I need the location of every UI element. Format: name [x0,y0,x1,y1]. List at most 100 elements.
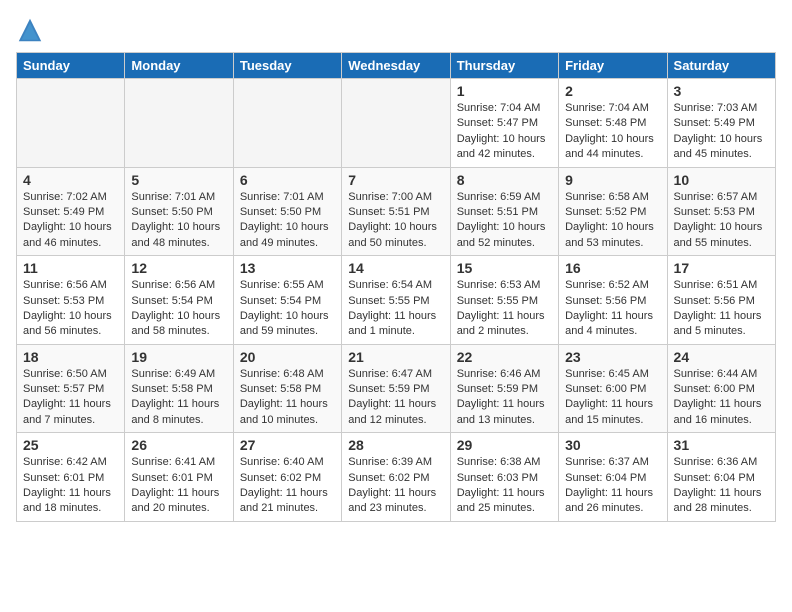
calendar-cell: 14 Sunrise: 6:54 AM Sunset: 5:55 PM Dayli… [342,256,450,345]
logo [16,16,48,44]
cell-content: Sunrise: 6:48 AM Sunset: 5:58 PM Dayligh… [240,367,335,429]
calendar-cell: 26 Sunrise: 6:41 AM Sunset: 6:01 PM Dayli… [125,433,233,522]
cell-content: Sunrise: 7:01 AM Sunset: 5:50 PM Dayligh… [240,190,335,252]
calendar-week-row: 11 Sunrise: 6:56 AM Sunset: 5:53 PM Dayli… [17,256,776,345]
cell-content: Sunrise: 6:55 AM Sunset: 5:54 PM Dayligh… [240,278,335,340]
calendar-week-row: 25 Sunrise: 6:42 AM Sunset: 6:01 PM Dayli… [17,433,776,522]
calendar-cell: 7 Sunrise: 7:00 AM Sunset: 5:51 PM Daylig… [342,167,450,256]
calendar-week-row: 4 Sunrise: 7:02 AM Sunset: 5:49 PM Daylig… [17,167,776,256]
day-number: 9 [565,172,660,188]
calendar-cell: 29 Sunrise: 6:38 AM Sunset: 6:03 PM Dayli… [450,433,558,522]
day-number: 29 [457,437,552,453]
calendar-cell: 18 Sunrise: 6:50 AM Sunset: 5:57 PM Dayli… [17,344,125,433]
day-number: 10 [674,172,769,188]
day-number: 15 [457,260,552,276]
calendar-cell: 27 Sunrise: 6:40 AM Sunset: 6:02 PM Dayli… [233,433,341,522]
calendar-cell [17,79,125,168]
weekday-header-friday: Friday [559,53,667,79]
day-number: 28 [348,437,443,453]
calendar-cell: 24 Sunrise: 6:44 AM Sunset: 6:00 PM Dayli… [667,344,775,433]
cell-content: Sunrise: 6:47 AM Sunset: 5:59 PM Dayligh… [348,367,443,429]
logo-icon [16,16,44,44]
cell-content: Sunrise: 6:56 AM Sunset: 5:53 PM Dayligh… [23,278,118,340]
day-number: 2 [565,83,660,99]
day-number: 25 [23,437,118,453]
cell-content: Sunrise: 6:57 AM Sunset: 5:53 PM Dayligh… [674,190,769,252]
calendar-week-row: 1Sunrise: 7:04 AM Sunset: 5:47 PM Daylig… [17,79,776,168]
cell-content: Sunrise: 6:50 AM Sunset: 5:57 PM Dayligh… [23,367,118,429]
weekday-header-tuesday: Tuesday [233,53,341,79]
day-number: 30 [565,437,660,453]
cell-content: Sunrise: 6:44 AM Sunset: 6:00 PM Dayligh… [674,367,769,429]
day-number: 3 [674,83,769,99]
day-number: 22 [457,349,552,365]
cell-content: Sunrise: 6:54 AM Sunset: 5:55 PM Dayligh… [348,278,443,340]
weekday-header-row: SundayMondayTuesdayWednesdayThursdayFrid… [17,53,776,79]
cell-content: Sunrise: 7:02 AM Sunset: 5:49 PM Dayligh… [23,190,118,252]
calendar-cell: 31Sunrise: 6:36 AM Sunset: 6:04 PM Dayli… [667,433,775,522]
day-number: 12 [131,260,226,276]
calendar-cell: 21 Sunrise: 6:47 AM Sunset: 5:59 PM Dayli… [342,344,450,433]
cell-content: Sunrise: 6:40 AM Sunset: 6:02 PM Dayligh… [240,455,335,517]
calendar-cell: 8Sunrise: 6:59 AM Sunset: 5:51 PM Daylig… [450,167,558,256]
calendar-week-row: 18 Sunrise: 6:50 AM Sunset: 5:57 PM Dayli… [17,344,776,433]
cell-content: Sunrise: 6:46 AM Sunset: 5:59 PM Dayligh… [457,367,552,429]
cell-content: Sunrise: 6:38 AM Sunset: 6:03 PM Dayligh… [457,455,552,517]
cell-content: Sunrise: 6:49 AM Sunset: 5:58 PM Dayligh… [131,367,226,429]
calendar-cell: 4 Sunrise: 7:02 AM Sunset: 5:49 PM Daylig… [17,167,125,256]
calendar-cell: 5 Sunrise: 7:01 AM Sunset: 5:50 PM Daylig… [125,167,233,256]
calendar-cell [233,79,341,168]
weekday-header-thursday: Thursday [450,53,558,79]
calendar-table: SundayMondayTuesdayWednesdayThursdayFrid… [16,52,776,522]
cell-content: Sunrise: 7:04 AM Sunset: 5:48 PM Dayligh… [565,101,660,163]
cell-content: Sunrise: 6:41 AM Sunset: 6:01 PM Dayligh… [131,455,226,517]
day-number: 16 [565,260,660,276]
cell-content: Sunrise: 6:59 AM Sunset: 5:51 PM Dayligh… [457,190,552,252]
cell-content: Sunrise: 7:01 AM Sunset: 5:50 PM Dayligh… [131,190,226,252]
cell-content: Sunrise: 6:58 AM Sunset: 5:52 PM Dayligh… [565,190,660,252]
calendar-cell [342,79,450,168]
cell-content: Sunrise: 6:42 AM Sunset: 6:01 PM Dayligh… [23,455,118,517]
cell-content: Sunrise: 6:53 AM Sunset: 5:55 PM Dayligh… [457,278,552,340]
day-number: 14 [348,260,443,276]
day-number: 11 [23,260,118,276]
cell-content: Sunrise: 6:56 AM Sunset: 5:54 PM Dayligh… [131,278,226,340]
day-number: 24 [674,349,769,365]
day-number: 18 [23,349,118,365]
calendar-cell: 16 Sunrise: 6:52 AM Sunset: 5:56 PM Dayli… [559,256,667,345]
cell-content: Sunrise: 6:45 AM Sunset: 6:00 PM Dayligh… [565,367,660,429]
calendar-cell: 3 Sunrise: 7:03 AM Sunset: 5:49 PM Daylig… [667,79,775,168]
cell-content: Sunrise: 7:03 AM Sunset: 5:49 PM Dayligh… [674,101,769,163]
day-number: 21 [348,349,443,365]
calendar-cell: 23 Sunrise: 6:45 AM Sunset: 6:00 PM Dayli… [559,344,667,433]
cell-content: Sunrise: 7:00 AM Sunset: 5:51 PM Dayligh… [348,190,443,252]
calendar-cell: 28 Sunrise: 6:39 AM Sunset: 6:02 PM Dayli… [342,433,450,522]
calendar-cell: 6 Sunrise: 7:01 AM Sunset: 5:50 PM Daylig… [233,167,341,256]
cell-content: Sunrise: 6:39 AM Sunset: 6:02 PM Dayligh… [348,455,443,517]
calendar-cell: 11 Sunrise: 6:56 AM Sunset: 5:53 PM Dayli… [17,256,125,345]
calendar-cell: 1Sunrise: 7:04 AM Sunset: 5:47 PM Daylig… [450,79,558,168]
day-number: 27 [240,437,335,453]
calendar-cell: 10 Sunrise: 6:57 AM Sunset: 5:53 PM Dayli… [667,167,775,256]
day-number: 23 [565,349,660,365]
day-number: 5 [131,172,226,188]
day-number: 13 [240,260,335,276]
calendar-cell: 12 Sunrise: 6:56 AM Sunset: 5:54 PM Dayli… [125,256,233,345]
calendar-cell: 20Sunrise: 6:48 AM Sunset: 5:58 PM Dayli… [233,344,341,433]
day-number: 6 [240,172,335,188]
page-header [16,16,776,44]
weekday-header-wednesday: Wednesday [342,53,450,79]
cell-content: Sunrise: 6:52 AM Sunset: 5:56 PM Dayligh… [565,278,660,340]
calendar-cell: 30 Sunrise: 6:37 AM Sunset: 6:04 PM Dayli… [559,433,667,522]
day-number: 19 [131,349,226,365]
calendar-cell: 22 Sunrise: 6:46 AM Sunset: 5:59 PM Dayli… [450,344,558,433]
calendar-cell: 9 Sunrise: 6:58 AM Sunset: 5:52 PM Daylig… [559,167,667,256]
cell-content: Sunrise: 6:37 AM Sunset: 6:04 PM Dayligh… [565,455,660,517]
day-number: 7 [348,172,443,188]
day-number: 4 [23,172,118,188]
day-number: 26 [131,437,226,453]
day-number: 31 [674,437,769,453]
weekday-header-saturday: Saturday [667,53,775,79]
calendar-cell: 15 Sunrise: 6:53 AM Sunset: 5:55 PM Dayli… [450,256,558,345]
day-number: 17 [674,260,769,276]
